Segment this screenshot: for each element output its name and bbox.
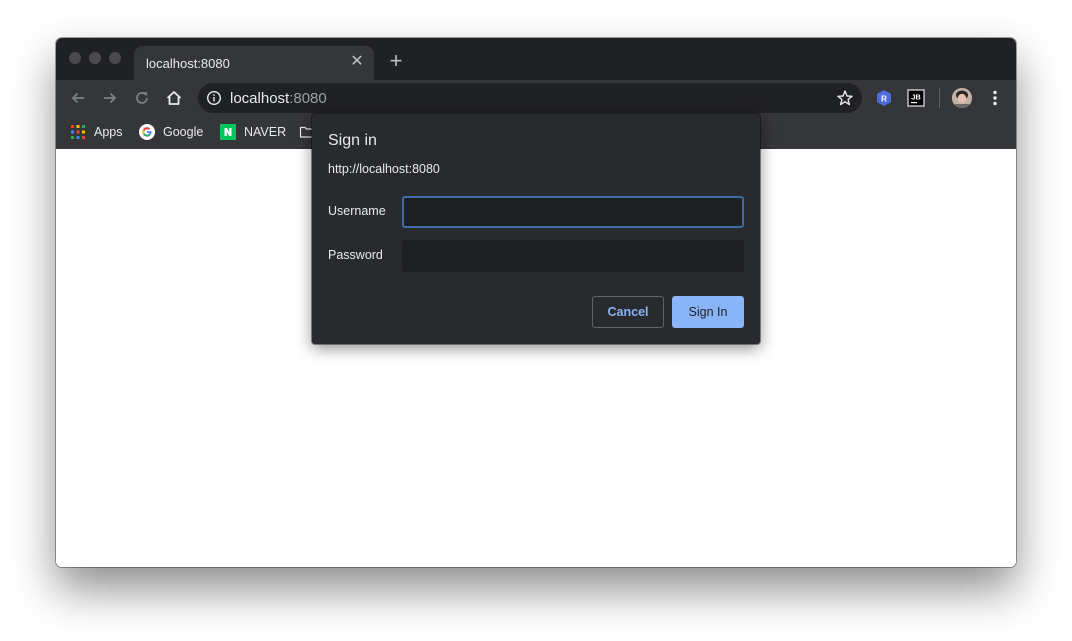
home-icon — [166, 91, 182, 105]
bookmark-naver-label: NAVER — [244, 125, 287, 139]
browser-tab[interactable]: localhost:8080 ✕ — [134, 46, 374, 80]
extension-jb[interactable]: JB — [907, 89, 925, 107]
arrow-left-icon — [71, 92, 84, 104]
profile-avatar[interactable] — [952, 88, 972, 108]
bookmark-apps[interactable]: Apps — [70, 123, 123, 141]
forward-button[interactable] — [99, 87, 121, 109]
close-window-button[interactable] — [69, 52, 81, 64]
bookmark-apps-label: Apps — [94, 125, 123, 139]
username-label: Username — [328, 204, 386, 218]
arrow-right-icon — [104, 92, 117, 104]
home-button[interactable] — [163, 87, 185, 109]
close-tab-icon[interactable]: ✕ — [348, 53, 366, 71]
toolbar-divider — [939, 88, 940, 108]
address-host: localhost — [230, 90, 290, 107]
apps-grid-icon — [71, 125, 85, 139]
back-button[interactable] — [67, 87, 89, 109]
avatar-icon — [952, 88, 972, 108]
address-port: :8080 — [289, 90, 327, 107]
minimize-window-button[interactable] — [89, 52, 101, 64]
title-bar: localhost:8080 ✕ + — [56, 38, 1016, 80]
r-extension-label: R — [881, 95, 887, 104]
more-vert-icon — [993, 90, 997, 106]
browser-menu-button[interactable] — [985, 88, 1005, 108]
reload-icon — [136, 92, 148, 104]
google-icon — [139, 124, 155, 140]
sign-in-button[interactable]: Sign In — [672, 296, 744, 328]
bookmark-naver[interactable]: NAVER — [220, 123, 286, 141]
password-input[interactable] — [402, 240, 744, 272]
sign-in-dialog: Sign in http://localhost:8080 Username P… — [312, 114, 760, 344]
bookmark-google-label: Google — [163, 125, 204, 139]
naver-icon — [220, 124, 236, 140]
dialog-origin: http://localhost:8080 — [328, 162, 440, 176]
address-bar[interactable]: localhost:8080 — [198, 83, 862, 113]
browser-toolbar: localhost:8080 R JB — [56, 80, 1016, 116]
username-input[interactable] — [402, 196, 744, 228]
jetbrains-extension-icon: JB — [907, 89, 925, 107]
tab-title: localhost:8080 — [146, 56, 230, 71]
dialog-title: Sign in — [328, 132, 377, 149]
maximize-window-button[interactable] — [109, 52, 121, 64]
address-text: localhost:8080 — [230, 90, 327, 107]
info-icon[interactable] — [206, 90, 222, 106]
password-label: Password — [328, 248, 383, 262]
reload-button[interactable] — [131, 87, 153, 109]
extension-r[interactable]: R — [875, 89, 893, 107]
r-extension-icon: R — [877, 90, 891, 106]
cancel-button[interactable]: Cancel — [592, 296, 664, 328]
jb-extension-label: JB — [911, 93, 921, 102]
bookmark-google[interactable]: Google — [139, 123, 203, 141]
new-tab-button[interactable]: + — [386, 50, 406, 72]
bookmark-star-icon[interactable] — [836, 89, 854, 107]
